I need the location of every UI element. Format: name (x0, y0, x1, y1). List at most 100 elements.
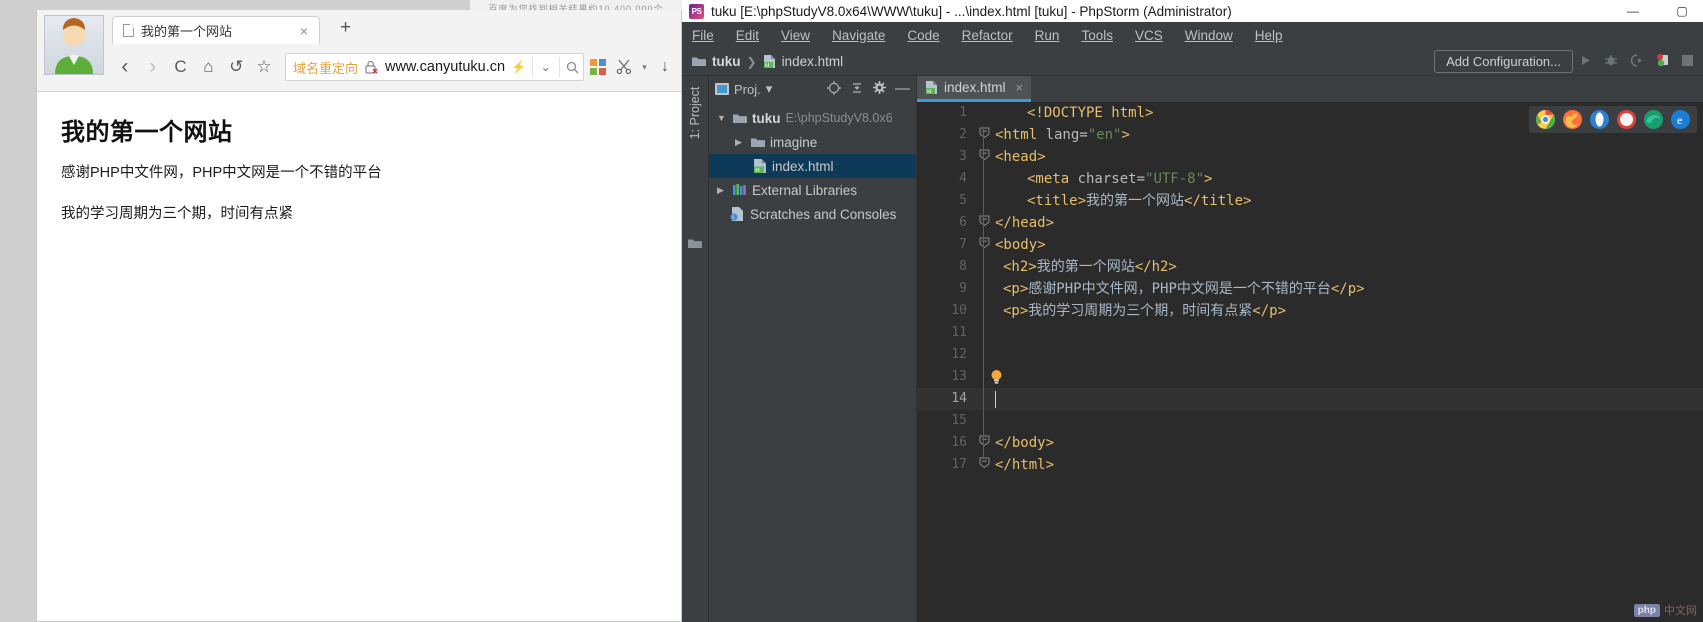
locate-icon[interactable] (827, 81, 841, 98)
menu-item-navigate[interactable]: Navigate (832, 28, 885, 43)
forward-button[interactable]: › (140, 53, 166, 81)
code-line[interactable]: 16</body> (917, 432, 1703, 454)
insecure-lock-icon[interactable] (364, 60, 379, 74)
chevron-down-icon[interactable]: ▼ (717, 113, 728, 123)
code-line[interactable]: 4<meta charset="UTF-8"> (917, 168, 1703, 190)
close-icon[interactable]: × (297, 23, 311, 39)
chrome-icon[interactable] (1536, 110, 1555, 129)
code-token-tag: </p> (1331, 281, 1365, 297)
structure-icon[interactable] (688, 236, 702, 254)
firefox-icon[interactable] (1563, 110, 1582, 129)
code-line[interactable]: 5<title>我的第一个网站</title> (917, 190, 1703, 212)
project-tree: ▼ tuku E:\phpStudyV8.0x6 ▶ imagine H (709, 102, 916, 226)
avatar-icon (45, 16, 103, 74)
tool-window-button-project[interactable]: 1: Project (688, 78, 702, 148)
tree-item-index-html[interactable]: H index.html (709, 154, 916, 178)
tree-item-tuku[interactable]: ▼ tuku E:\phpStudyV8.0x6 (709, 106, 916, 130)
download-icon[interactable]: ↓ (653, 58, 677, 76)
reload-button[interactable]: C (168, 53, 194, 81)
avatar[interactable] (44, 15, 104, 75)
search-icon[interactable] (565, 61, 579, 74)
menu-item-run[interactable]: Run (1035, 28, 1060, 43)
menu-item-help[interactable]: Help (1255, 28, 1283, 43)
editor-tab-index-html[interactable]: H index.html × (917, 76, 1031, 102)
collapse-all-icon[interactable] (850, 81, 864, 98)
run-coverage-icon[interactable] (1630, 54, 1644, 70)
maximize-icon[interactable]: ▢ (1661, 0, 1703, 22)
breadcrumb-project[interactable]: tuku (692, 54, 741, 69)
chevron-down-icon[interactable]: ⌄ (539, 60, 553, 74)
code-editor[interactable]: 1<!DOCTYPE html>2<html lang="en">3<head>… (917, 102, 1703, 622)
code-line[interactable]: 17</html> (917, 454, 1703, 476)
code-line[interactable]: 11 (917, 322, 1703, 344)
code-token-tag: </title> (1184, 193, 1251, 209)
redirect-badge: 域名重定向 (293, 58, 358, 77)
code-line[interactable]: 12 (917, 344, 1703, 366)
new-tab-button[interactable]: + (332, 17, 359, 42)
profile-icon[interactable] (1656, 53, 1670, 70)
address-bar[interactable]: 域名重定向 www.canyutuku.cn ⚡ ⌄ (285, 53, 584, 81)
tree-item-imagine[interactable]: ▶ imagine (709, 130, 916, 154)
fold-toggle-icon[interactable] (977, 234, 991, 256)
line-number: 2 (917, 124, 977, 146)
menu-item-file[interactable]: File (692, 28, 714, 43)
apps-grid-icon[interactable] (586, 59, 610, 75)
tree-item-scratches-and-consoles[interactable]: i Scratches and Consoles (709, 202, 916, 226)
breadcrumb-file[interactable]: H index.html (763, 54, 844, 69)
line-number: 12 (917, 344, 977, 366)
edge-icon[interactable] (1644, 110, 1663, 129)
line-number: 14 (917, 388, 977, 410)
undo-button[interactable]: ↺ (223, 53, 249, 81)
add-configuration-button[interactable]: Add Configuration... (1434, 50, 1573, 73)
menu-item-edit[interactable]: Edit (736, 28, 759, 43)
browser-tab[interactable]: 我的第一个网站 × (112, 16, 320, 44)
opera-icon[interactable] (1590, 110, 1609, 129)
bookmark-star-icon[interactable]: ☆ (251, 53, 277, 81)
minimize-icon[interactable]: — (1612, 0, 1654, 22)
menu-item-refactor[interactable]: Refactor (962, 28, 1013, 43)
code-line[interactable]: 10<p>我的学习周期为三个期，时间有点紧</p> (917, 300, 1703, 322)
fold-toggle-icon[interactable] (977, 124, 991, 146)
page-viewport: 我的第一个网站 感谢PHP中文件网，PHP中文网是一个不错的平台 我的学习周期为… (37, 92, 681, 621)
code-text: <html lang="en"> (991, 124, 1130, 146)
intention-bulb-icon[interactable] (989, 369, 1004, 385)
fold-toggle-icon[interactable] (977, 146, 991, 168)
settings-gear-icon[interactable] (873, 81, 886, 97)
fold-toggle-icon[interactable] (977, 212, 991, 234)
tree-item-external-libraries[interactable]: ▶ External Libraries (709, 178, 916, 202)
editor-tab-bar: H index.html × (917, 76, 1703, 102)
stop-icon[interactable] (1682, 54, 1693, 69)
ie-icon[interactable]: e (1671, 110, 1690, 129)
code-line[interactable]: 15 (917, 410, 1703, 432)
fold-toggle-icon[interactable] (977, 454, 991, 476)
back-button[interactable]: ‹ (112, 53, 138, 81)
code-line[interactable]: 14 (917, 388, 1703, 410)
lightning-icon[interactable]: ⚡ (511, 60, 526, 74)
code-line[interactable]: 13 (917, 366, 1703, 388)
menu-item-view[interactable]: View (781, 28, 810, 43)
code-line[interactable]: 6</head> (917, 212, 1703, 234)
home-button[interactable]: ⌂ (195, 53, 221, 81)
chevron-down-icon[interactable]: ▾ (638, 62, 651, 73)
close-icon[interactable]: × (1016, 80, 1024, 95)
code-line[interactable]: 8<h2>我的第一个网站</h2> (917, 256, 1703, 278)
fold-toggle-icon[interactable] (977, 432, 991, 454)
code-line[interactable]: 9<p>感谢PHP中文件网，PHP中文网是一个不错的平台</p> (917, 278, 1703, 300)
menu-item-code[interactable]: Code (907, 28, 939, 43)
run-icon[interactable] (1579, 54, 1592, 70)
scissors-icon[interactable] (612, 59, 636, 75)
project-panel-title[interactable]: Proj. ▾ (715, 81, 772, 97)
menu-item-vcs[interactable]: VCS (1135, 28, 1163, 43)
menu-item-window[interactable]: Window (1185, 28, 1233, 43)
chevron-down-icon[interactable]: ▾ (766, 81, 773, 97)
hide-icon[interactable]: — (895, 85, 910, 93)
chevron-right-icon[interactable]: ▶ (717, 185, 728, 196)
line-number: 16 (917, 432, 977, 454)
line-number: 10 (917, 300, 977, 322)
chevron-right-icon[interactable]: ▶ (735, 137, 746, 148)
debug-icon[interactable] (1604, 54, 1618, 70)
safari-icon[interactable] (1617, 110, 1636, 129)
code-line[interactable]: 7<body> (917, 234, 1703, 256)
code-line[interactable]: 3<head> (917, 146, 1703, 168)
menu-item-tools[interactable]: Tools (1081, 28, 1113, 43)
